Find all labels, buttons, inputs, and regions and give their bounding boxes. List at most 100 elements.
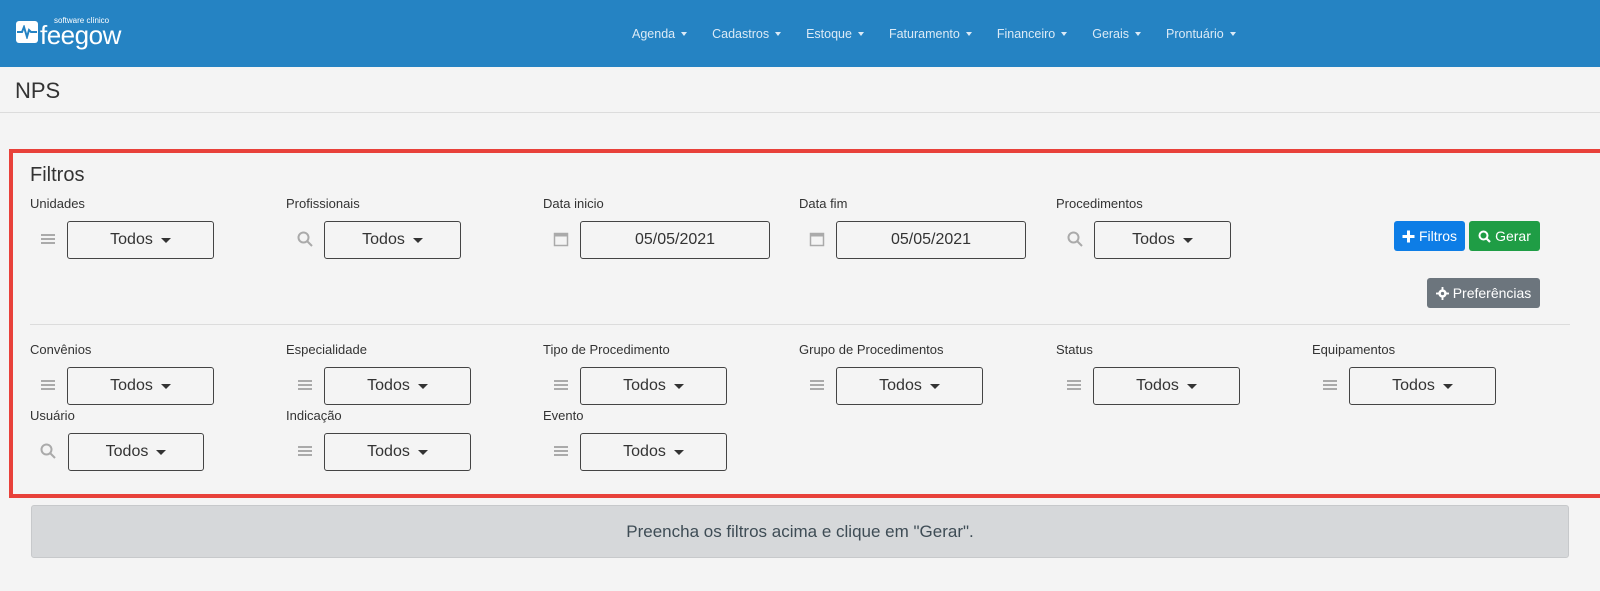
dropdown-value: Todos (362, 231, 405, 248)
label-procedimentos: Procedimentos (1056, 196, 1143, 211)
label-profissionais: Profissionais (286, 196, 360, 211)
caret-down-icon (673, 383, 684, 389)
dropdown-value: Todos (110, 231, 153, 248)
button-label: Gerar (1495, 228, 1531, 244)
label-usuario: Usuário (30, 408, 75, 423)
feegow-logo[interactable]: software clínico feegow (16, 14, 126, 50)
caret-down-icon (417, 449, 428, 455)
label-indicacao: Indicação (286, 408, 342, 423)
tipo-de-procedimento-dropdown[interactable]: Todos (580, 367, 727, 405)
label-convenios: Convênios (30, 342, 92, 357)
logo-wordmark: feegow (40, 20, 121, 50)
label-grupo-de-procedimentos: Grupo de Procedimentos (799, 342, 944, 357)
chevron-down-icon (857, 31, 864, 36)
list-icon (298, 446, 312, 456)
caret-down-icon (412, 237, 423, 243)
filters-heading: Filtros (30, 164, 85, 186)
procedimentos-dropdown[interactable]: Todos (1094, 221, 1231, 259)
dropdown-value: Todos (1132, 231, 1175, 248)
convenios-dropdown[interactable]: Todos (67, 367, 214, 405)
indicacao-dropdown[interactable]: Todos (324, 433, 471, 471)
nav-cadastros[interactable]: Cadastros (712, 26, 782, 41)
list-icon (810, 380, 824, 390)
label-tipo-de-procedimento: Tipo de Procedimento (543, 342, 670, 357)
evento-dropdown[interactable]: Todos (580, 433, 727, 471)
list-icon (41, 234, 55, 244)
chevron-down-icon (681, 31, 688, 36)
plus-icon (1402, 230, 1415, 242)
caret-down-icon (673, 449, 684, 455)
nav-label: Faturamento (888, 26, 960, 41)
equipamentos-dropdown[interactable]: Todos (1349, 367, 1496, 405)
preferencias-button[interactable]: Preferências (1427, 278, 1540, 308)
nav-gerais[interactable]: Gerais (1092, 27, 1142, 41)
nav-agenda[interactable]: Agenda (632, 26, 688, 41)
page-title: NPS (15, 78, 61, 103)
dropdown-value: Todos (623, 443, 666, 460)
nav-prontuario[interactable]: Prontuário (1166, 27, 1236, 41)
nav-label: Financeiro (996, 26, 1056, 41)
list-icon (1323, 380, 1337, 390)
label-unidades: Unidades (30, 196, 85, 211)
label-data-fim: Data fim (799, 196, 848, 211)
gerar-button[interactable]: Gerar (1469, 221, 1540, 251)
data-inicio-input[interactable]: 05/05/2021 (580, 221, 770, 259)
nav-label: Estoque (806, 26, 852, 41)
dropdown-value: Todos (367, 443, 410, 460)
dropdown-value: Todos (1136, 377, 1179, 394)
nav-financeiro[interactable]: Financeiro (996, 26, 1068, 41)
dropdown-value: Todos (623, 377, 666, 394)
label-equipamentos: Equipamentos (1312, 342, 1396, 357)
caret-down-icon (929, 383, 940, 389)
search-icon (40, 443, 56, 459)
button-label: Filtros (1418, 228, 1458, 244)
caret-down-icon (156, 449, 167, 455)
top-navbar: software clínico feegow Agenda Cadastros… (0, 0, 1600, 67)
label-evento: Evento (543, 408, 584, 423)
nav-label: Agenda (632, 26, 676, 41)
button-label: Preferências (1452, 285, 1532, 301)
caret-down-icon (160, 383, 171, 389)
search-icon (1067, 231, 1083, 247)
nav-estoque[interactable]: Estoque (806, 27, 864, 41)
chevron-down-icon (775, 31, 782, 36)
profissionais-dropdown[interactable]: Todos (324, 221, 461, 259)
chevron-down-icon (965, 31, 972, 36)
divider (0, 112, 1600, 113)
chevron-down-icon (1135, 31, 1142, 36)
nav-label: Prontuário (1166, 26, 1224, 41)
nav-label: Cadastros (712, 26, 770, 41)
dropdown-value: Todos (110, 377, 153, 394)
label-status: Status (1056, 342, 1093, 357)
instructions-notice: Preencha os filtros acima e clique em "G… (31, 505, 1569, 558)
dropdown-value: Todos (1392, 377, 1435, 394)
caret-down-icon (160, 237, 171, 243)
gear-icon (1435, 286, 1449, 300)
logo-heartbeat-icon (16, 21, 38, 43)
chevron-down-icon (1061, 31, 1068, 36)
caret-down-icon (1442, 383, 1453, 389)
calendar-icon (809, 232, 825, 247)
caret-down-icon (1186, 383, 1197, 389)
dropdown-value: Todos (105, 443, 149, 460)
caret-down-icon (417, 383, 428, 389)
data-fim-input[interactable]: 05/05/2021 (836, 221, 1026, 259)
dropdown-value: Todos (879, 377, 922, 394)
list-icon (41, 380, 55, 390)
filtros-button[interactable]: Filtros (1394, 221, 1465, 251)
nav-faturamento[interactable]: Faturamento (889, 27, 972, 41)
chevron-down-icon (1229, 31, 1236, 36)
list-icon (1067, 380, 1081, 390)
grupo-de-procedimentos-dropdown[interactable]: Todos (836, 367, 983, 405)
status-dropdown[interactable]: Todos (1093, 367, 1240, 405)
search-icon (297, 231, 313, 247)
caret-down-icon (1182, 237, 1193, 243)
list-icon (554, 446, 568, 456)
especialidade-dropdown[interactable]: Todos (324, 367, 471, 405)
unidades-dropdown[interactable]: Todos (67, 221, 214, 259)
usuario-dropdown[interactable]: Todos (68, 433, 204, 471)
calendar-icon (553, 232, 569, 247)
dropdown-value: Todos (367, 377, 410, 394)
list-icon (298, 380, 312, 390)
label-data-inicio: Data inicio (543, 196, 604, 211)
